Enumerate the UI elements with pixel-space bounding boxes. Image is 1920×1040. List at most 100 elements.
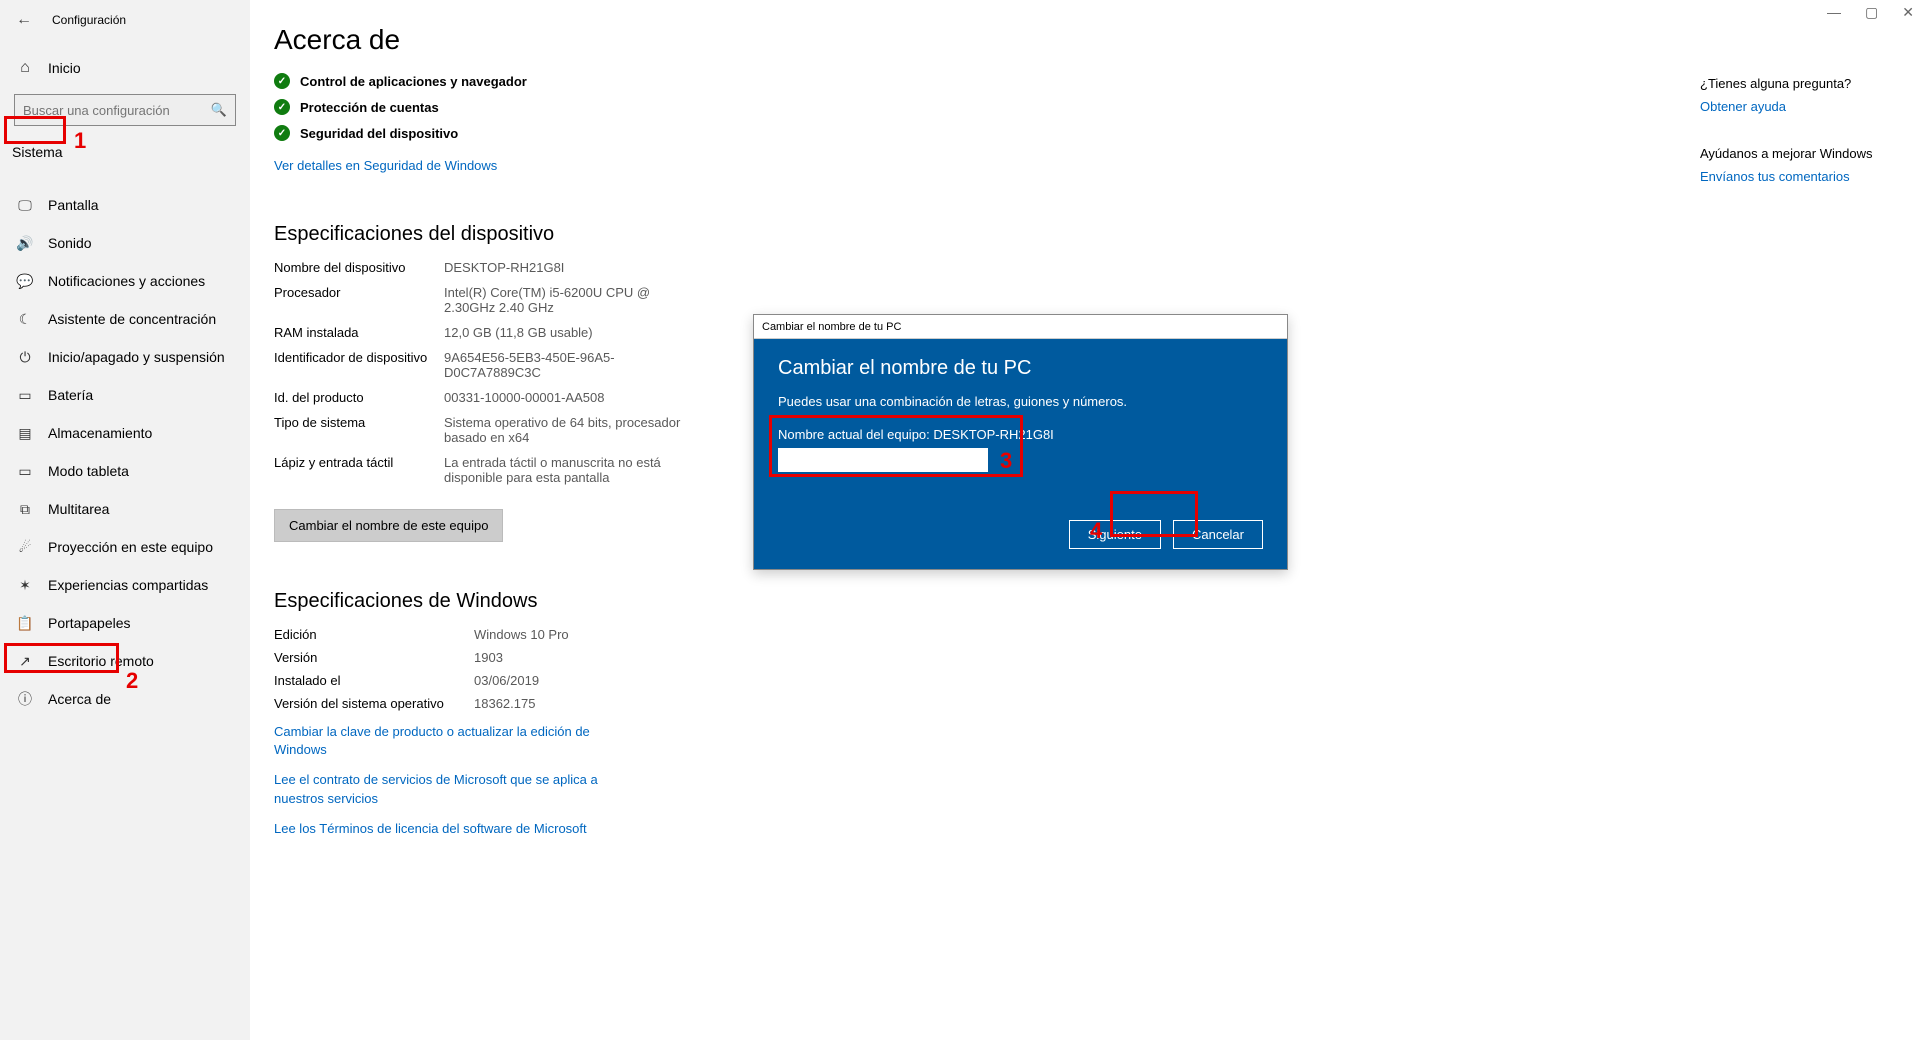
windows-links: Cambiar la clave de producto o actualiza… bbox=[274, 723, 1880, 838]
sidebar-item-sonido[interactable]: 🔊 Sonido bbox=[0, 224, 250, 262]
tablet-icon: ▭ bbox=[16, 462, 34, 480]
rename-pc-button[interactable]: Cambiar el nombre de este equipo bbox=[274, 509, 503, 542]
windows-link[interactable]: Cambiar la clave de producto o actualiza… bbox=[274, 723, 634, 759]
storage-icon: ▤ bbox=[16, 424, 34, 442]
home-icon: ⌂ bbox=[16, 59, 34, 77]
sidebar-item-label: Portapapeles bbox=[48, 615, 131, 631]
shared-icon: ✶ bbox=[16, 576, 34, 594]
security-status-item: ✓ Protección de cuentas bbox=[274, 94, 1880, 120]
power-icon: ⏻ bbox=[16, 348, 34, 366]
sound-icon: 🔊 bbox=[16, 234, 34, 252]
security-details-link[interactable]: Ver detalles en Seguridad de Windows bbox=[274, 158, 497, 173]
security-status-label: Control de aplicaciones y navegador bbox=[300, 74, 527, 89]
sidebar-item-inicio-apagado-y-suspensi-n[interactable]: ⏻Inicio/apagado y suspensión bbox=[0, 338, 250, 376]
focus-icon: ☾ bbox=[16, 310, 34, 328]
notifications-icon: 💬 bbox=[16, 272, 34, 290]
feedback-link[interactable]: Envíanos tus comentarios bbox=[1700, 169, 1850, 184]
cancel-button[interactable]: Cancelar bbox=[1173, 520, 1263, 549]
sidebar-item-portapapeles[interactable]: 📋 Portapapeles bbox=[0, 604, 250, 642]
category-sistema[interactable]: Sistema bbox=[0, 136, 250, 168]
spec-label: Identificador de dispositivo bbox=[274, 350, 444, 380]
device-spec-title: Especificaciones del dispositivo bbox=[274, 223, 1880, 246]
project-icon: ☄ bbox=[16, 538, 34, 556]
pc-name-input[interactable] bbox=[778, 448, 988, 472]
help-heading: ¿Tienes alguna pregunta? bbox=[1700, 76, 1880, 91]
sidebar-item-label: Multitarea bbox=[48, 501, 109, 517]
minimize-button[interactable]: — bbox=[1827, 4, 1841, 21]
sidebar-item-multitarea[interactable]: ⧉ Multitarea bbox=[0, 490, 250, 528]
sidebar-item-acerca-de[interactable]: ⓘ Acerca de bbox=[0, 680, 250, 718]
remote-icon: ↗ bbox=[16, 652, 34, 670]
spec-value: 1903 bbox=[474, 650, 694, 665]
right-pane: ¿Tienes alguna pregunta? Obtener ayuda A… bbox=[1700, 76, 1880, 216]
clipboard-icon: 📋 bbox=[16, 614, 34, 632]
sidebar-item-label: Acerca de bbox=[48, 691, 111, 707]
security-status-item: ✓ Seguridad del dispositivo bbox=[274, 120, 1880, 146]
sidebar-item-almacenamiento[interactable]: ▤ Almacenamiento bbox=[0, 414, 250, 452]
dialog-titlebar: Cambiar el nombre de tu PC bbox=[754, 315, 1287, 339]
check-icon: ✓ bbox=[274, 73, 290, 89]
spec-label: Lápiz y entrada táctil bbox=[274, 455, 444, 485]
display-icon: 🖵 bbox=[16, 196, 34, 214]
sidebar-item-label: Pantalla bbox=[48, 197, 99, 213]
sidebar-item-escritorio-remoto[interactable]: ↗Escritorio remoto bbox=[0, 642, 250, 680]
search-input[interactable] bbox=[23, 103, 211, 118]
sidebar-item-bater-a[interactable]: ▭ Batería bbox=[0, 376, 250, 414]
home-label: Inicio bbox=[48, 60, 81, 76]
spec-value: Windows 10 Pro bbox=[474, 627, 694, 642]
sidebar-item-asistente-de-concentraci-n[interactable]: ☾ Asistente de concentración bbox=[0, 300, 250, 338]
sidebar-item-label: Asistente de concentración bbox=[48, 311, 216, 327]
spec-label: RAM instalada bbox=[274, 325, 444, 340]
multitask-icon: ⧉ bbox=[16, 500, 34, 518]
windows-spec-title: Especificaciones de Windows bbox=[274, 590, 1880, 613]
sidebar-item-label: Notificaciones y acciones bbox=[48, 273, 205, 289]
spec-label: Instalado el bbox=[274, 673, 474, 688]
sidebar-item-notificaciones-y-acciones[interactable]: 💬 Notificaciones y acciones bbox=[0, 262, 250, 300]
sidebar-item-modo-tableta[interactable]: ▭Modo tableta bbox=[0, 452, 250, 490]
battery-icon: ▭ bbox=[16, 386, 34, 404]
dialog-current-name: Nombre actual del equipo: DESKTOP-RH21G8… bbox=[778, 427, 1263, 442]
sidebar: ← Configuración ⌂ Inicio 🔍 Sistema 🖵 Pant… bbox=[0, 0, 250, 1040]
header: ← Configuración bbox=[0, 0, 250, 40]
windows-link[interactable]: Lee los Términos de licencia del softwar… bbox=[274, 820, 634, 838]
about-icon: ⓘ bbox=[16, 690, 34, 708]
security-status-label: Seguridad del dispositivo bbox=[300, 126, 458, 141]
security-status-item: ✓ Control de aplicaciones y navegador bbox=[274, 68, 1880, 94]
search-icon: 🔍 bbox=[211, 102, 227, 118]
dialog-desc: Puedes usar una combinación de letras, g… bbox=[778, 394, 1263, 409]
sidebar-item-pantalla[interactable]: 🖵 Pantalla bbox=[0, 186, 250, 224]
maximize-button[interactable]: ▢ bbox=[1865, 4, 1878, 21]
spec-value: La entrada táctil o manuscrita no está d… bbox=[444, 455, 694, 485]
spec-value: 12,0 GB (11,8 GB usable) bbox=[444, 325, 694, 340]
sidebar-item-label: Almacenamiento bbox=[48, 425, 152, 441]
get-help-link[interactable]: Obtener ayuda bbox=[1700, 99, 1786, 114]
sidebar-item-experiencias-compartidas[interactable]: ✶ Experiencias compartidas bbox=[0, 566, 250, 604]
next-button[interactable]: Siguiente bbox=[1069, 520, 1161, 549]
dialog-heading: Cambiar el nombre de tu PC bbox=[778, 357, 1263, 380]
page-title: Acerca de bbox=[274, 24, 1880, 56]
spec-value: Sistema operativo de 64 bits, procesador… bbox=[444, 415, 694, 445]
sidebar-item-label: Experiencias compartidas bbox=[48, 577, 208, 593]
sidebar-item-proyecci-n-en-este-equipo[interactable]: ☄ Proyección en este equipo bbox=[0, 528, 250, 566]
check-icon: ✓ bbox=[274, 99, 290, 115]
sidebar-item-label: Proyección en este equipo bbox=[48, 539, 213, 555]
improve-heading: Ayúdanos a mejorar Windows bbox=[1700, 146, 1880, 161]
home-link[interactable]: ⌂ Inicio bbox=[0, 48, 250, 88]
spec-value: Intel(R) Core(TM) i5-6200U CPU @ 2.30GHz… bbox=[444, 285, 694, 315]
spec-value: 00331-10000-00001-AA508 bbox=[444, 390, 694, 405]
security-status-label: Protección de cuentas bbox=[300, 100, 439, 115]
window-controls: — ▢ ✕ bbox=[1827, 4, 1914, 21]
spec-label: Versión bbox=[274, 650, 474, 665]
close-button[interactable]: ✕ bbox=[1902, 4, 1914, 21]
spec-value: DESKTOP-RH21G8I bbox=[444, 260, 694, 275]
back-button[interactable]: ← bbox=[8, 4, 40, 36]
rename-pc-dialog: Cambiar el nombre de tu PC Cambiar el no… bbox=[753, 314, 1288, 570]
sidebar-item-label: Sonido bbox=[48, 235, 92, 251]
back-arrow-icon: ← bbox=[16, 11, 32, 29]
security-status-list: ✓ Control de aplicaciones y navegador ✓ Pro… bbox=[274, 68, 1880, 146]
search-box: 🔍 bbox=[14, 94, 236, 126]
spec-label: Nombre del dispositivo bbox=[274, 260, 444, 275]
check-icon: ✓ bbox=[274, 125, 290, 141]
windows-link[interactable]: Lee el contrato de servicios de Microsof… bbox=[274, 771, 634, 807]
sidebar-item-label: Batería bbox=[48, 387, 93, 403]
